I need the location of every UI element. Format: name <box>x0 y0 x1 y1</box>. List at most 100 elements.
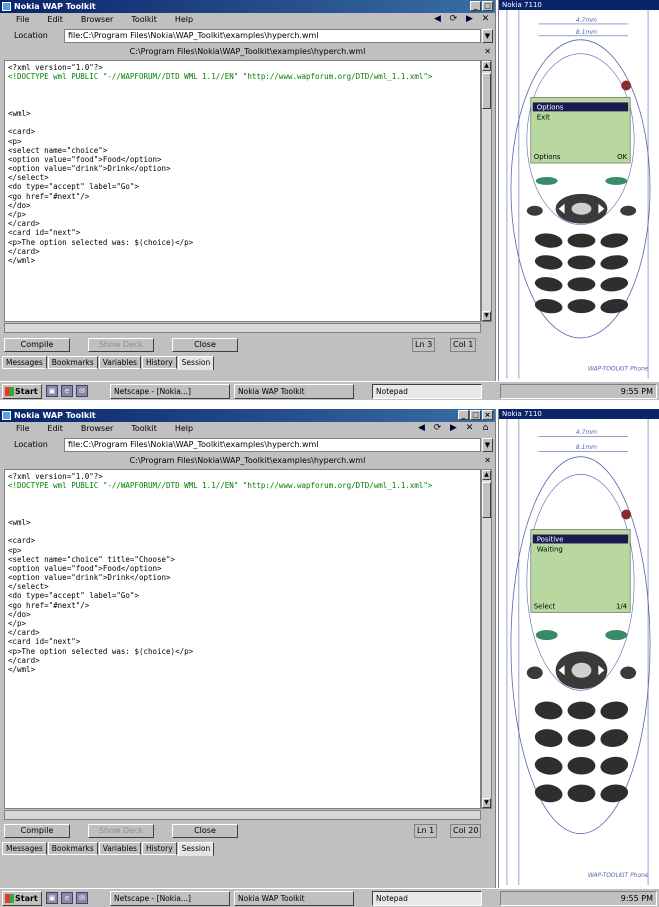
horizontal-scrollbar[interactable] <box>4 323 481 333</box>
keypad-key <box>567 299 596 314</box>
code-line: </card> <box>8 628 40 638</box>
menu-help[interactable]: Help <box>175 13 193 27</box>
task-netscape[interactable]: Netscape - [Nokia...] <box>110 891 230 906</box>
windows-logo-icon <box>5 387 14 396</box>
home-icon[interactable]: ⌂ <box>480 423 491 434</box>
screenshot-bottom: Nokia WAP Toolkit _ □ × File Edit Browse… <box>0 409 659 907</box>
code-line: <p>The option selected was: $(choice)</p… <box>8 237 194 247</box>
desktop-icon[interactable]: ▣ <box>46 385 58 397</box>
show-deck-button[interactable]: Show Deck <box>88 824 154 838</box>
browser-icon[interactable]: e <box>61 385 73 397</box>
menu-help[interactable]: Help <box>175 422 193 436</box>
menu-browser[interactable]: Browser <box>81 13 113 27</box>
back-icon[interactable]: ◀ <box>416 423 427 434</box>
scroll-down-icon[interactable]: ▼ <box>482 311 491 321</box>
keypad-key <box>567 277 596 292</box>
maximize-button[interactable]: □ <box>470 410 481 420</box>
window-titlebar[interactable]: Nokia WAP Toolkit _ □ × <box>0 409 495 422</box>
tab-history[interactable]: History <box>141 842 177 855</box>
menu-edit[interactable]: Edit <box>47 422 63 436</box>
start-button[interactable]: Start <box>2 384 42 399</box>
forward-icon[interactable]: ▶ <box>448 423 459 434</box>
menu-toolkit[interactable]: Toolkit <box>131 422 157 436</box>
location-input[interactable]: file:C:\Program Files\Nokia\WAP_Toolkit\… <box>64 438 481 452</box>
vertical-scrollbar[interactable]: ▲ ▼ <box>481 60 492 322</box>
line-indicator: Ln 1 <box>414 824 438 838</box>
chevron-down-icon[interactable]: ▼ <box>482 29 493 43</box>
menu-file[interactable]: File <box>16 422 29 436</box>
stop-icon[interactable]: ✕ <box>464 423 475 434</box>
compile-button[interactable]: Compile <box>4 824 70 838</box>
compile-button[interactable]: Compile <box>4 338 70 352</box>
menu-browser[interactable]: Browser <box>81 422 113 436</box>
close-icon[interactable]: ✕ <box>484 455 491 467</box>
close-button[interactable]: Close <box>172 824 238 838</box>
screenshot-top: Nokia WAP Toolkit _ □ File Edit Browser … <box>0 0 659 400</box>
task-toolkit[interactable]: Nokia WAP Toolkit <box>234 891 354 906</box>
code-line: </select> <box>8 173 49 183</box>
menu-edit[interactable]: Edit <box>47 13 63 27</box>
horizontal-scrollbar[interactable] <box>4 810 481 820</box>
code-editor[interactable]: <?xml version="1.0"?> <!DOCTYPE wml PUBLI… <box>4 469 481 809</box>
task-toolkit[interactable]: Nokia WAP Toolkit <box>234 384 354 399</box>
tab-session[interactable]: Session <box>177 356 215 370</box>
task-notepad[interactable]: Notepad <box>372 384 482 399</box>
code-line: <p>The option selected was: $(choice)</p… <box>8 646 194 656</box>
close-icon[interactable]: ✕ <box>484 46 491 58</box>
window-titlebar[interactable]: Nokia WAP Toolkit _ □ <box>0 0 495 13</box>
task-notepad[interactable]: Notepad <box>372 891 482 906</box>
code-line: <?xml version="1.0"?> <box>8 63 103 72</box>
scroll-up-icon[interactable]: ▲ <box>482 470 491 480</box>
close-window-button[interactable]: × <box>482 410 493 420</box>
menu-toolkit[interactable]: Toolkit <box>131 13 157 27</box>
browser-icon[interactable]: e <box>61 892 73 904</box>
mail-icon[interactable]: ✉ <box>76 892 88 904</box>
windows-logo-icon <box>5 894 14 903</box>
side-key-right <box>620 205 637 216</box>
back-icon[interactable]: ◀ <box>432 14 443 25</box>
start-button[interactable]: Start <box>2 891 42 906</box>
forward-icon[interactable]: ▶ <box>464 14 475 25</box>
menubar: File Edit Browser Toolkit Help ◀ ⟳ ▶ ✕ <box>0 13 495 27</box>
code-line: <?xml version="1.0"?> <box>8 472 103 481</box>
scroll-thumb[interactable] <box>482 482 491 518</box>
task-netscape[interactable]: Netscape - [Nokia...] <box>110 384 230 399</box>
tab-history[interactable]: History <box>141 356 177 369</box>
tab-bookmarks[interactable]: Bookmarks <box>47 842 98 855</box>
chevron-down-icon[interactable]: ▼ <box>482 438 493 452</box>
reload-icon[interactable]: ⟳ <box>448 14 459 25</box>
scroll-down-icon[interactable]: ▼ <box>482 798 491 808</box>
minimize-button[interactable]: _ <box>458 410 469 420</box>
tab-variables[interactable]: Variables <box>98 356 141 369</box>
code-line: </p> <box>8 619 27 628</box>
phone-simulator: Nokia 7110 4.7mm 8.1mm Positive Waiting Sele… <box>498 409 659 888</box>
close-button[interactable]: Close <box>172 338 238 352</box>
tab-session[interactable]: Session <box>177 842 215 856</box>
mail-icon[interactable]: ✉ <box>76 385 88 397</box>
stop-icon[interactable]: ✕ <box>480 14 491 25</box>
tab-variables[interactable]: Variables <box>98 842 141 855</box>
softkey-right-button <box>605 176 628 185</box>
tab-messages[interactable]: Messages <box>2 356 47 369</box>
code-line: <card id="next"> <box>8 637 81 647</box>
scroll-thumb[interactable] <box>482 73 491 109</box>
desktop-icon[interactable]: ▣ <box>46 892 58 904</box>
code-line: <!DOCTYPE wml PUBLIC "-//WAPFORUM//DTD W… <box>8 72 433 82</box>
menu-file[interactable]: File <box>16 13 29 27</box>
code-editor[interactable]: <?xml version="1.0"?> <!DOCTYPE wml PUBLI… <box>4 60 481 322</box>
reload-icon[interactable]: ⟳ <box>432 423 443 434</box>
tab-messages[interactable]: Messages <box>2 842 47 855</box>
location-input[interactable]: file:C:\Program Files\Nokia\WAP_Toolkit\… <box>64 29 481 43</box>
vertical-scrollbar[interactable]: ▲ ▼ <box>481 469 492 809</box>
minimize-button[interactable]: _ <box>470 1 481 11</box>
nav-center-button <box>571 202 592 215</box>
keypad-key <box>534 255 563 270</box>
tab-bookmarks[interactable]: Bookmarks <box>47 356 98 369</box>
document-title-bar: C:\Program Files\Nokia\WAP_Toolkit\examp… <box>0 455 495 467</box>
maximize-button[interactable]: □ <box>482 1 493 11</box>
scroll-up-icon[interactable]: ▲ <box>482 61 491 71</box>
show-deck-button[interactable]: Show Deck <box>88 338 154 352</box>
